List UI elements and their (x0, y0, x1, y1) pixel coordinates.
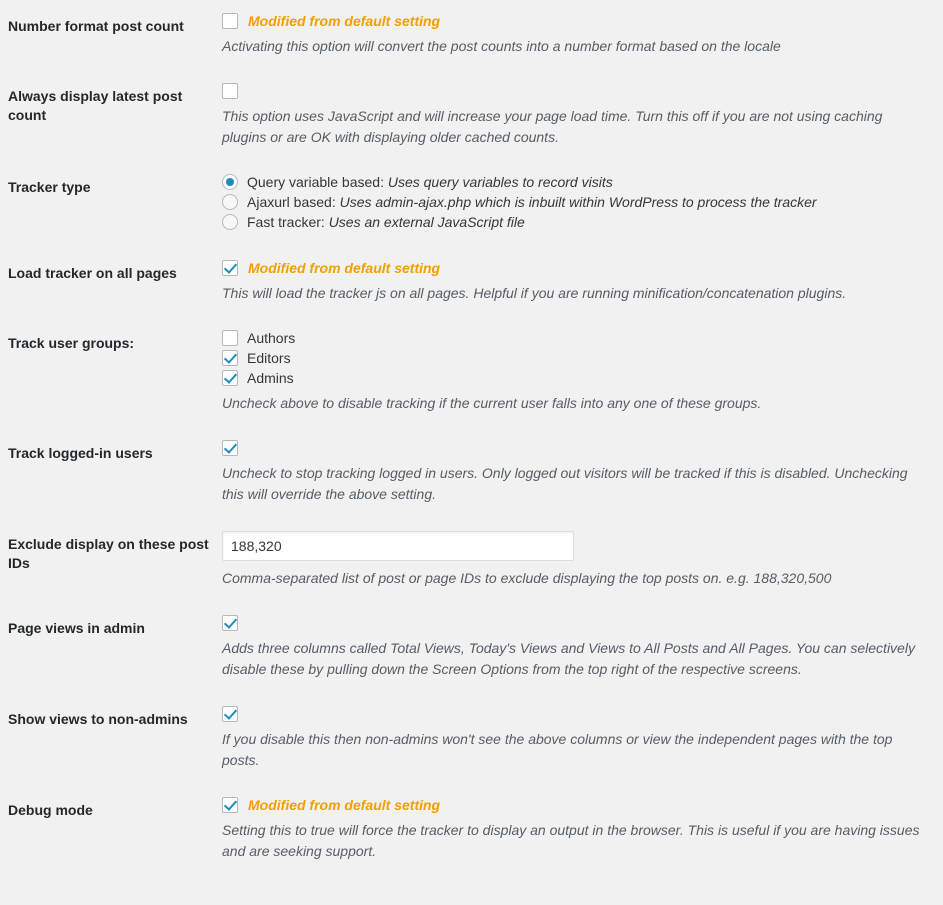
radio-label-ajaxurl-based[interactable]: Ajaxurl based: Uses admin-ajax.php which… (247, 194, 817, 210)
row-label-load-tracker-on-all-pages: Load tracker on all pages (8, 265, 177, 281)
checkbox-number-format-post-count[interactable] (222, 13, 238, 29)
description-debug-mode: Setting this to true will force the trac… (222, 822, 920, 859)
control-line-track-logged-in-users (222, 440, 933, 456)
settings-row-always-display-latest-post-count: Always display latest post count This opt… (0, 70, 943, 161)
description-always-display-latest-post-count: This option uses JavaScript and will inc… (222, 108, 883, 145)
radio-group-tracker-type: Query variable based: Uses query variabl… (222, 174, 933, 230)
radio-name-query-variable-based: Query variable based: (247, 174, 384, 190)
radio-name-ajaxurl-based: Ajaxurl based: (247, 194, 336, 210)
checkbox-label-admins[interactable]: Admins (247, 370, 294, 386)
radio-detail-ajaxurl-based: Uses admin-ajax.php which is inbuilt wit… (339, 194, 817, 210)
modified-notice-load-tracker-on-all-pages: Modified from default setting (248, 260, 441, 276)
radio-fast-tracker[interactable] (222, 214, 238, 230)
checkbox-track-logged-in-users[interactable] (222, 440, 238, 456)
row-field-track-user-groups: Authors Editors Admins Uncheck above to dis… (222, 317, 943, 427)
settings-row-load-tracker-on-all-pages: Load tracker on all pages Modified from d… (0, 247, 943, 317)
control-line-page-views-in-admin (222, 615, 933, 631)
settings-row-show-views-to-non-admins: Show views to non-admins If you disable t… (0, 693, 943, 784)
row-label-tracker-type: Tracker type (8, 179, 91, 195)
settings-row-track-user-groups: Track user groups: Authors Editors Admins Un… (0, 317, 943, 427)
row-field-tracker-type: Query variable based: Uses query variabl… (222, 161, 943, 247)
radio-option-ajaxurl-based: Ajaxurl based: Uses admin-ajax.php which… (222, 194, 933, 210)
checkbox-admins[interactable] (222, 370, 238, 386)
checkbox-always-display-latest-post-count[interactable] (222, 83, 238, 99)
radio-label-fast-tracker[interactable]: Fast tracker: Uses an external JavaScrip… (247, 214, 525, 230)
control-line-debug-mode: Modified from default setting (222, 797, 933, 813)
description-exclude-display-on-these-post-ids: Comma-separated list of post or page IDs… (222, 570, 832, 586)
settings-form: Number format post count Modified from de… (0, 0, 943, 875)
description-page-views-in-admin: Adds three columns called Total Views, T… (222, 640, 915, 677)
checkbox-show-views-to-non-admins[interactable] (222, 706, 238, 722)
settings-row-debug-mode: Debug mode Modified from default setting S… (0, 784, 943, 875)
row-label-exclude-display-on-these-post-ids: Exclude display on these post IDs (8, 536, 209, 571)
row-field-track-logged-in-users: Uncheck to stop tracking logged in users… (222, 427, 943, 518)
radio-option-fast-tracker: Fast tracker: Uses an external JavaScrip… (222, 214, 933, 230)
radio-query-variable-based[interactable] (222, 174, 238, 190)
checkbox-debug-mode[interactable] (222, 797, 238, 813)
radio-option-query-variable-based: Query variable based: Uses query variabl… (222, 174, 933, 190)
settings-row-tracker-type: Tracker type Query variable based: Uses q… (0, 161, 943, 247)
description-track-logged-in-users: Uncheck to stop tracking logged in users… (222, 465, 908, 502)
checkbox-group-track-user-groups: Authors Editors Admins (222, 330, 933, 386)
row-field-debug-mode: Modified from default setting Setting thi… (222, 784, 943, 875)
checkbox-editors[interactable] (222, 350, 238, 366)
radio-ajaxurl-based[interactable] (222, 194, 238, 210)
checkbox-page-views-in-admin[interactable] (222, 615, 238, 631)
description-show-views-to-non-admins: If you disable this then non-admins won'… (222, 731, 893, 768)
row-label-always-display-latest-post-count: Always display latest post count (8, 88, 183, 123)
row-field-exclude-display-on-these-post-ids: Comma-separated list of post or page IDs… (222, 518, 943, 602)
row-field-number-format-post-count: Modified from default setting Activating … (222, 0, 943, 70)
settings-row-number-format-post-count: Number format post count Modified from de… (0, 0, 943, 70)
control-line-load-tracker-on-all-pages: Modified from default setting (222, 260, 933, 276)
checkbox-load-tracker-on-all-pages[interactable] (222, 260, 238, 276)
checkbox-option-authors: Authors (222, 330, 933, 346)
description-number-format-post-count: Activating this option will convert the … (222, 38, 781, 54)
modified-notice-number-format-post-count: Modified from default setting (248, 13, 441, 29)
modified-notice-debug-mode: Modified from default setting (248, 797, 441, 813)
checkbox-authors[interactable] (222, 330, 238, 346)
checkbox-option-admins: Admins (222, 370, 933, 386)
settings-row-exclude-display-on-these-post-ids: Exclude display on these post IDs Comma-s… (0, 518, 943, 602)
row-field-always-display-latest-post-count: This option uses JavaScript and will inc… (222, 70, 943, 161)
settings-table: Number format post count Modified from de… (0, 0, 943, 875)
control-line-always-display-latest-post-count (222, 83, 933, 99)
settings-row-page-views-in-admin: Page views in admin Adds three columns ca… (0, 602, 943, 693)
checkbox-label-authors[interactable]: Authors (247, 330, 295, 346)
description-load-tracker-on-all-pages: This will load the tracker js on all pag… (222, 285, 847, 301)
text-input-exclude-display-on-these-post-ids[interactable] (222, 531, 574, 561)
checkbox-option-editors: Editors (222, 350, 933, 366)
row-label-track-logged-in-users: Track logged-in users (8, 445, 153, 461)
description-track-user-groups: Uncheck above to disable tracking if the… (222, 395, 762, 411)
checkbox-label-editors[interactable]: Editors (247, 350, 291, 366)
radio-label-query-variable-based[interactable]: Query variable based: Uses query variabl… (247, 174, 613, 190)
row-label-page-views-in-admin: Page views in admin (8, 620, 145, 636)
row-label-number-format-post-count: Number format post count (8, 18, 184, 34)
row-label-show-views-to-non-admins: Show views to non-admins (8, 711, 188, 727)
row-field-load-tracker-on-all-pages: Modified from default setting This will l… (222, 247, 943, 317)
control-line-show-views-to-non-admins (222, 706, 933, 722)
settings-row-track-logged-in-users: Track logged-in users Uncheck to stop tra… (0, 427, 943, 518)
control-line-number-format-post-count: Modified from default setting (222, 13, 933, 29)
row-label-debug-mode: Debug mode (8, 802, 93, 818)
radio-name-fast-tracker: Fast tracker: (247, 214, 325, 230)
row-field-show-views-to-non-admins: If you disable this then non-admins won'… (222, 693, 943, 784)
settings-rows: Number format post count Modified from de… (0, 0, 943, 875)
row-label-track-user-groups: Track user groups: (8, 335, 135, 351)
row-field-page-views-in-admin: Adds three columns called Total Views, T… (222, 602, 943, 693)
radio-detail-fast-tracker: Uses an external JavaScript file (328, 214, 525, 230)
radio-detail-query-variable-based: Uses query variables to record visits (387, 174, 613, 190)
